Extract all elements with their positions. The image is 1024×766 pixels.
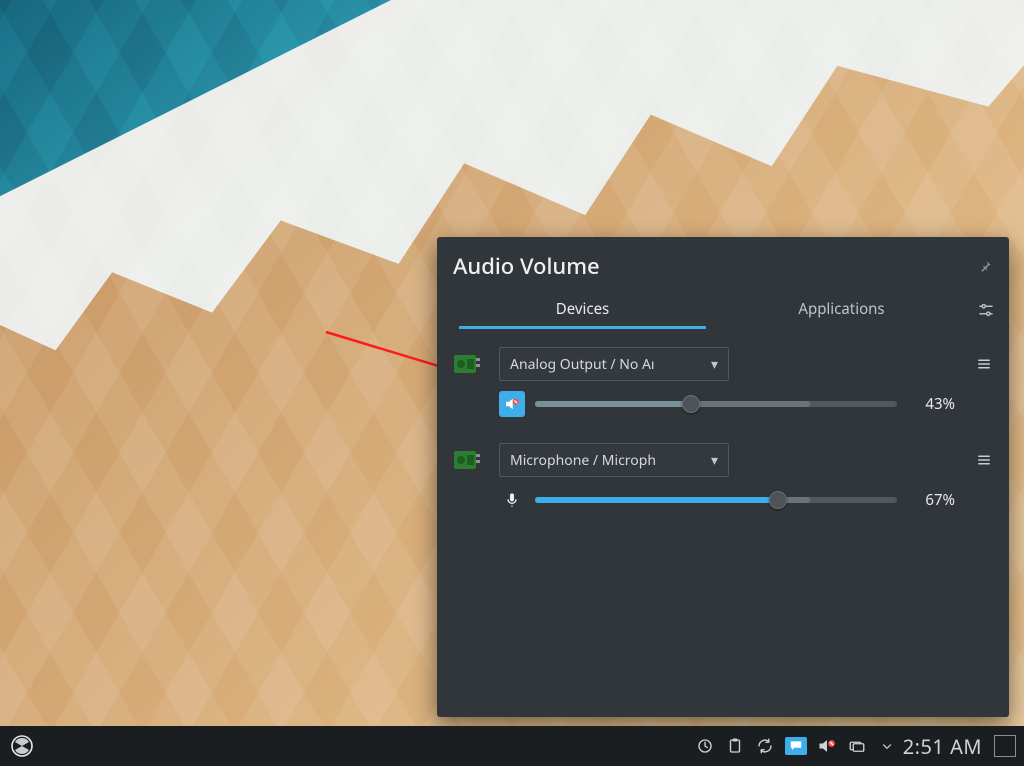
device-input: Microphone / Microph ▾ 67% [453,443,993,513]
input-port-label: Microphone / Microph [510,451,656,470]
output-port-select[interactable]: Analog Output / No Aı ▾ [499,347,729,381]
output-volume-slider[interactable] [535,395,897,413]
system-tray [695,736,897,756]
input-hamburger-icon[interactable] [965,443,993,477]
application-launcher[interactable] [8,732,36,760]
show-desktop-button[interactable] [994,735,1016,757]
chevron-down-icon: ▾ [711,355,718,374]
output-port-label: Analog Output / No Aı [510,355,655,374]
panel-title: Audio Volume [453,251,600,281]
input-port-select[interactable]: Microphone / Microph ▾ [499,443,729,477]
sync-icon[interactable] [755,736,775,756]
expand-tray-icon[interactable] [877,736,897,756]
audio-volume-panel: Audio Volume Devices Applications Analog… [437,237,1009,717]
volume-muted-icon[interactable] [817,736,837,756]
network-icon[interactable] [847,736,867,756]
sound-card-icon [453,347,489,381]
speaker-muted-icon [503,395,521,413]
clock[interactable]: 2:51 AM [903,733,982,760]
device-output: Analog Output / No Aı ▾ 43% [453,347,993,417]
chevron-down-icon: ▾ [711,451,718,470]
input-volume-slider[interactable] [535,491,897,509]
tab-devices[interactable]: Devices [453,291,712,329]
input-mute-button[interactable] [499,487,525,513]
input-volume-percent: 67% [907,490,955,510]
tab-applications[interactable]: Applications [712,291,971,329]
taskbar: 2:51 AM [0,726,1024,766]
chat-icon[interactable] [785,737,807,755]
microphone-icon [504,492,520,508]
sound-card-icon [453,443,489,477]
output-volume-percent: 43% [907,394,955,414]
clipboard-icon[interactable] [725,736,745,756]
tab-bar: Devices Applications [453,291,971,329]
configure-icon[interactable] [971,301,993,319]
output-hamburger-icon[interactable] [965,347,993,381]
output-mute-button[interactable] [499,391,525,417]
updates-icon[interactable] [695,736,715,756]
pin-icon[interactable] [979,259,993,273]
